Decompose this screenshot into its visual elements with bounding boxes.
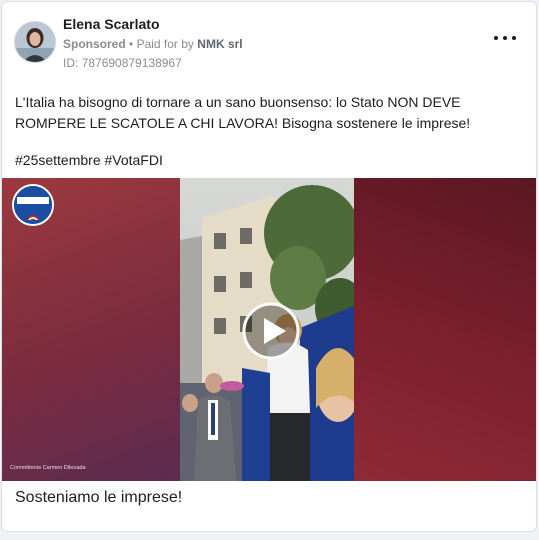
more-dot [494,36,498,40]
avatar-image [15,22,55,62]
sponsored-label: Sponsored [63,37,126,51]
blurred-background-right [354,178,536,481]
video-media[interactable]: Committente Carmen Dileoada [2,178,536,481]
committente-label: Committente Carmen Dileoada [10,465,86,471]
ad-id: ID: 787690879138967 [63,56,182,70]
party-logo [12,184,54,226]
meta-separator: • [129,37,134,51]
post-header: Elena Scarlato Sponsored • Paid for by N… [2,2,536,82]
author-name[interactable]: Elena Scarlato [63,16,160,32]
more-dot [512,36,516,40]
post-body: L'Italia ha bisogno di tornare a un sano… [15,92,530,134]
more-dot [503,36,507,40]
play-icon[interactable] [242,302,300,360]
video-caption[interactable]: Sosteniamo le imprese! [15,489,182,507]
post-hashtags[interactable]: #25settembre #VotaFDI [15,152,163,168]
more-options-icon[interactable] [494,30,516,46]
ad-post-card: Elena Scarlato Sponsored • Paid for by N… [1,1,537,532]
sponsored-meta: Sponsored • Paid for by NMK srl [63,37,243,51]
post-body-text: L'Italia ha bisogno di tornare a un sano… [15,94,471,131]
paid-for-label: Paid for by [136,37,194,51]
payer-name[interactable]: NMK srl [197,37,242,51]
author-avatar[interactable] [14,21,56,63]
party-logo-mark [14,186,52,224]
